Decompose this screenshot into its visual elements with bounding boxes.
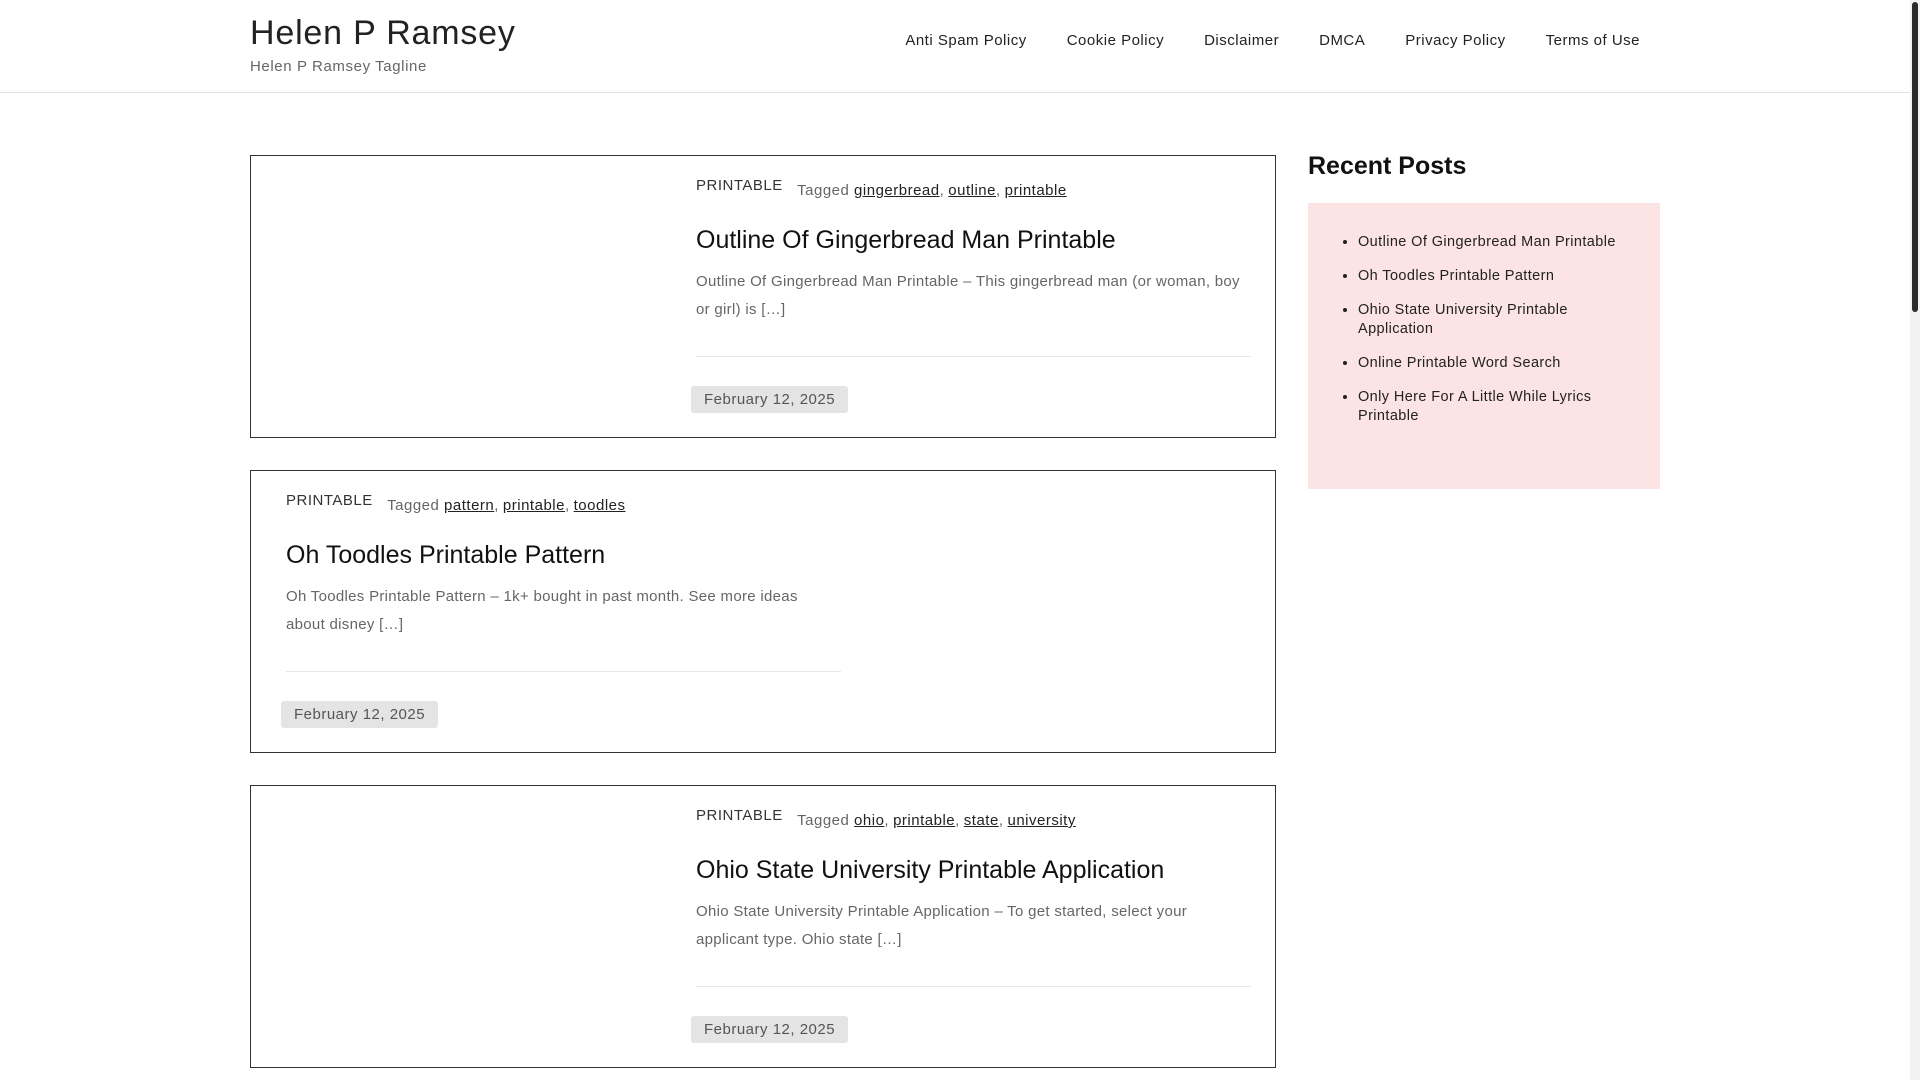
nav-privacy-policy[interactable]: Privacy Policy [1405, 32, 1505, 49]
post-tag[interactable]: state [964, 812, 999, 829]
post-tag[interactable]: toodles [574, 497, 626, 514]
post-excerpt: Outline Of Gingerbread Man Printable – T… [696, 273, 1240, 318]
recent-post-link[interactable]: Outline Of Gingerbread Man Printable [1358, 234, 1616, 250]
post-tag[interactable]: outline [948, 182, 996, 199]
post-date[interactable]: February 12, 2025 [691, 386, 849, 413]
post-meta: PRINTABLE Tagged pattern, printable, toodl… [286, 492, 626, 514]
recent-post-link[interactable]: Only Here For A Little While Lyrics Prin… [1358, 389, 1591, 424]
tag-separator: , [884, 812, 890, 829]
tagged-label: Tagged [797, 812, 850, 829]
scrollbar-thumb[interactable] [1912, 2, 1918, 312]
site-title[interactable]: Helen P Ramsey [250, 14, 516, 53]
post-date[interactable]: February 12, 2025 [691, 1016, 849, 1043]
post-category[interactable]: PRINTABLE [696, 807, 783, 824]
recent-posts-widget: Outline Of Gingerbread Man Printable Oh … [1308, 203, 1660, 489]
recent-post-link[interactable]: Ohio State University Printable Applicat… [1358, 302, 1568, 337]
nav-disclaimer[interactable]: Disclaimer [1204, 32, 1279, 49]
nav-terms-of-use[interactable]: Terms of Use [1546, 32, 1640, 49]
post-tag[interactable]: printable [503, 497, 565, 514]
recent-post-item: Only Here For A Little While Lyrics Prin… [1358, 388, 1620, 426]
nav-cookie-policy[interactable]: Cookie Policy [1067, 32, 1164, 49]
post-tag[interactable]: university [1008, 812, 1076, 829]
post-date[interactable]: February 12, 2025 [281, 701, 439, 728]
site-tagline: Helen P Ramsey Tagline [250, 58, 427, 75]
post-divider [286, 671, 841, 672]
post-title[interactable]: Ohio State University Printable Applicat… [696, 856, 1164, 885]
post-divider [696, 986, 1251, 987]
site-header: Helen P Ramsey Helen P Ramsey Tagline An… [0, 0, 1910, 93]
post-card: PRINTABLE Tagged gingerbread, outline, pri… [250, 155, 1276, 438]
post-category[interactable]: PRINTABLE [696, 177, 783, 194]
post-meta: PRINTABLE Tagged gingerbread, outline, pri… [696, 177, 1067, 199]
post-card: PRINTABLE Tagged pattern, printable, toodl… [250, 470, 1276, 753]
post-excerpt: Ohio State University Printable Applicat… [696, 903, 1188, 948]
tag-separator: , [494, 497, 499, 514]
post-title[interactable]: Outline Of Gingerbread Man Printable [696, 226, 1116, 255]
post-tag[interactable]: printable [893, 812, 955, 829]
tag-separator: , [998, 812, 1004, 829]
post-divider [696, 356, 1251, 357]
tagged-label: Tagged [387, 497, 440, 514]
tagged-label: Tagged [797, 182, 850, 199]
tag-separator: , [564, 497, 570, 514]
post-tag[interactable]: gingerbread [854, 182, 940, 199]
recent-post-item: Online Printable Word Search [1358, 354, 1620, 373]
sidebar-title: Recent Posts [1308, 152, 1467, 180]
post-tag[interactable]: printable [1005, 182, 1067, 199]
recent-post-item: Oh Toodles Printable Pattern [1358, 267, 1620, 286]
post-tag[interactable]: ohio [854, 812, 884, 829]
nav-anti-spam-policy[interactable]: Anti Spam Policy [905, 32, 1026, 49]
main-nav: Anti Spam Policy Cookie Policy Disclaime… [865, 32, 1640, 49]
recent-post-link[interactable]: Online Printable Word Search [1358, 355, 1561, 371]
tag-separator: , [955, 812, 960, 829]
recent-post-item: Outline Of Gingerbread Man Printable [1358, 233, 1620, 252]
post-meta: PRINTABLE Tagged ohio, printable, state, un… [696, 807, 1076, 829]
post-tag[interactable]: pattern [444, 497, 494, 514]
page-scrollbar[interactable] [1910, 0, 1920, 1080]
nav-dmca[interactable]: DMCA [1319, 32, 1365, 49]
post-card: PRINTABLE Tagged ohio, printable, state, un… [250, 785, 1276, 1068]
tag-separator: , [995, 182, 1001, 199]
recent-post-item: Ohio State University Printable Applicat… [1358, 301, 1620, 339]
post-category[interactable]: PRINTABLE [286, 492, 373, 509]
tag-separator: , [939, 182, 945, 199]
recent-post-link[interactable]: Oh Toodles Printable Pattern [1358, 268, 1554, 284]
post-excerpt: Oh Toodles Printable Pattern – 1k+ bough… [286, 588, 798, 633]
recent-posts-list: Outline Of Gingerbread Man Printable Oh … [1308, 203, 1660, 426]
post-title[interactable]: Oh Toodles Printable Pattern [286, 541, 605, 570]
